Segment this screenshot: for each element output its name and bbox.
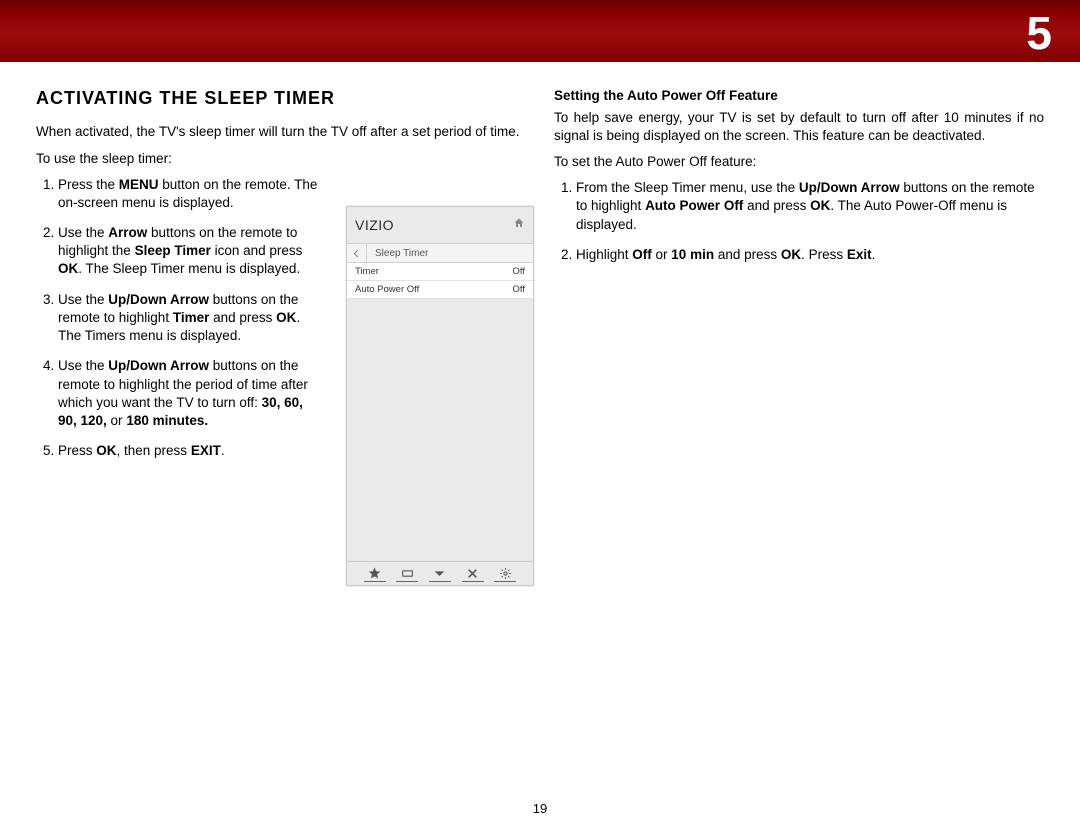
step-item: Highlight Off or 10 min and press OK. Pr… <box>576 246 1044 264</box>
down-chevron-icon <box>429 567 451 581</box>
menu-row-label: Auto Power Off <box>355 284 419 295</box>
page-number: 19 <box>0 801 1080 816</box>
step-item: Use the Up/Down Arrow buttons on the rem… <box>58 357 318 430</box>
gear-icon <box>494 567 516 581</box>
leadin-text: To set the Auto Power Off feature: <box>554 154 1044 169</box>
menu-bottom-toolbar <box>347 561 533 585</box>
menu-row-value: Off <box>513 266 526 277</box>
steps-list-right: From the Sleep Timer menu, use the Up/Do… <box>554 179 1044 264</box>
menu-breadcrumb: Sleep Timer <box>347 243 533 263</box>
menu-row: Timer Off <box>347 263 533 281</box>
brand-logo: VIZIO <box>355 217 394 233</box>
content-area: ACTIVATING THE SLEEP TIMER When activate… <box>36 88 1044 790</box>
onscreen-menu-mock: VIZIO Sleep Timer Timer Off Auto Pow <box>346 206 534 586</box>
menu-row: Auto Power Off Off <box>347 281 533 299</box>
wide-icon <box>396 567 418 581</box>
menu-row-label: Timer <box>355 266 379 277</box>
star-icon <box>364 567 386 581</box>
step-item: From the Sleep Timer menu, use the Up/Do… <box>576 179 1044 234</box>
leadin-text: To use the sleep timer: <box>36 151 526 166</box>
intro-paragraph: To help save energy, your TV is set by d… <box>554 109 1044 144</box>
intro-paragraph: When activated, the TV's sleep timer wil… <box>36 123 526 141</box>
close-icon <box>462 567 484 581</box>
manual-page: 5 ACTIVATING THE SLEEP TIMER When activa… <box>0 0 1080 834</box>
home-icon <box>513 216 525 234</box>
sub-heading: Setting the Auto Power Off Feature <box>554 88 1044 103</box>
step-item: Use the Up/Down Arrow buttons on the rem… <box>58 291 318 346</box>
menu-top-bar: VIZIO <box>347 207 533 243</box>
menu-row-value: Off <box>513 284 526 295</box>
right-column: Setting the Auto Power Off Feature To he… <box>554 88 1044 790</box>
chapter-header-bar: 5 <box>0 0 1080 62</box>
menu-body-empty <box>347 299 533 561</box>
breadcrumb-title: Sleep Timer <box>367 248 428 259</box>
step-item: Use the Arrow buttons on the remote to h… <box>58 224 318 279</box>
chapter-number: 5 <box>1026 6 1052 60</box>
step-item: Press the MENU button on the remote. The… <box>58 176 318 212</box>
back-icon <box>347 244 367 262</box>
left-column: ACTIVATING THE SLEEP TIMER When activate… <box>36 88 526 790</box>
section-heading: ACTIVATING THE SLEEP TIMER <box>36 88 526 109</box>
step-item: Press OK, then press EXIT. <box>58 442 318 460</box>
